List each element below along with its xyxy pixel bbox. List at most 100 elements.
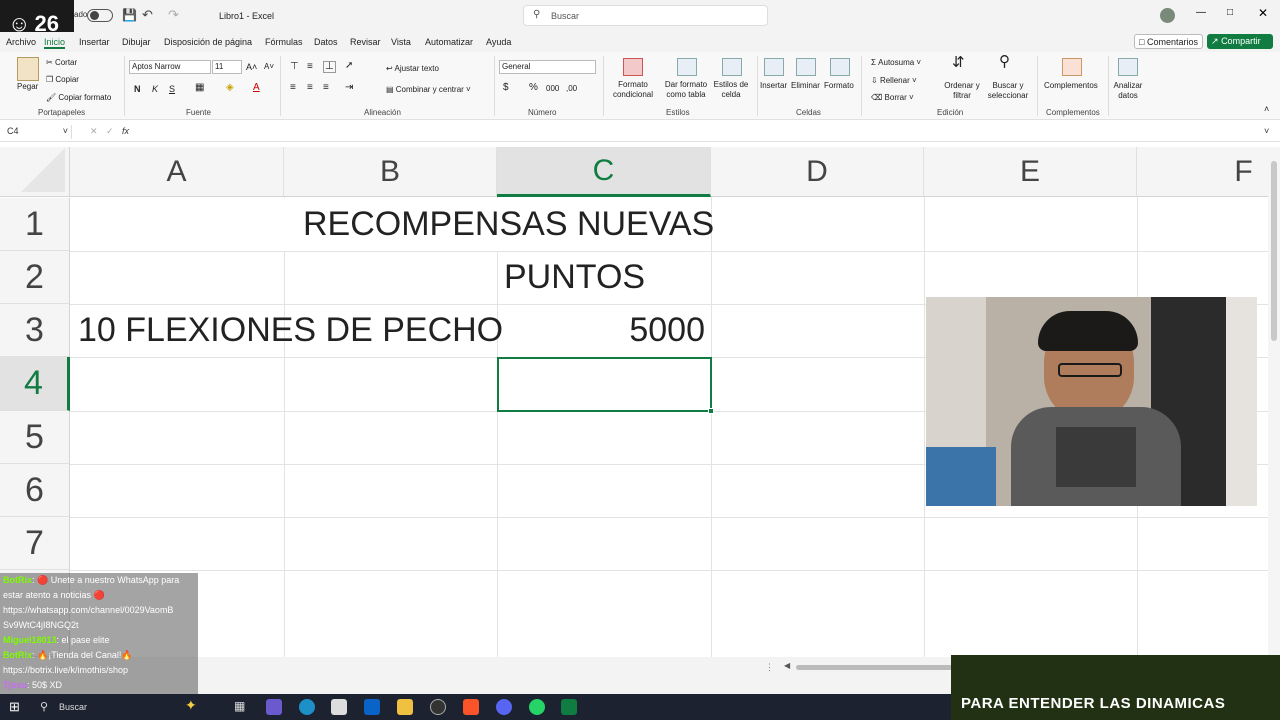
- wrap-text-button[interactable]: ↩ Ajustar texto: [386, 64, 439, 74]
- align-top-icon[interactable]: ⊤: [290, 62, 299, 72]
- fill-handle[interactable]: [708, 408, 714, 414]
- format-cells-button[interactable]: Formato: [824, 81, 854, 91]
- paste-icon[interactable]: [17, 57, 39, 81]
- sort-filter-button[interactable]: Ordenar y filtrar: [940, 81, 984, 101]
- borders-icon[interactable]: ▦: [195, 83, 204, 93]
- cut-button[interactable]: ✂ Cortar: [46, 58, 77, 68]
- column-header-a[interactable]: A: [70, 147, 284, 197]
- tab-insertar[interactable]: Insertar: [79, 37, 110, 47]
- sort-filter-icon[interactable]: ⇵: [952, 55, 965, 70]
- tab-ayuda[interactable]: Ayuda: [486, 37, 511, 47]
- underline-button[interactable]: S: [169, 84, 175, 94]
- tab-revisar[interactable]: Revisar: [350, 37, 381, 47]
- row-header-3[interactable]: 3: [0, 304, 70, 357]
- sheet-options-icon[interactable]: ⋮: [765, 662, 774, 673]
- minimize-icon[interactable]: —: [1196, 7, 1206, 18]
- shrink-font-icon[interactable]: A˅: [264, 62, 274, 72]
- percent-icon[interactable]: %: [529, 83, 538, 93]
- complements-icon[interactable]: [1062, 58, 1082, 76]
- brave-icon[interactable]: [463, 699, 479, 715]
- obs-icon[interactable]: [430, 699, 446, 715]
- excel-icon[interactable]: [561, 699, 577, 715]
- delete-cells-icon[interactable]: [796, 58, 816, 76]
- outlook-icon[interactable]: [364, 699, 380, 715]
- format-table-button[interactable]: Dar formato como tabla: [660, 80, 712, 100]
- tab-dibujar[interactable]: Dibujar: [122, 37, 151, 47]
- merge-center-button[interactable]: ▤ Combinar y centrar ˅: [386, 85, 471, 95]
- avatar[interactable]: [1160, 8, 1175, 23]
- align-left-icon[interactable]: ≡: [290, 83, 296, 93]
- cancel-icon[interactable]: ✕: [90, 126, 98, 137]
- format-cells-icon[interactable]: [830, 58, 850, 76]
- number-format-select[interactable]: General: [499, 60, 596, 74]
- copy-button[interactable]: ❐ Copiar: [46, 75, 79, 85]
- redo-icon[interactable]: ↷: [168, 7, 179, 23]
- windows-start-icon[interactable]: ⊞: [9, 699, 20, 715]
- conditional-format-icon[interactable]: [623, 58, 643, 76]
- save-icon[interactable]: 💾: [122, 8, 137, 22]
- font-size-select[interactable]: 11: [212, 60, 242, 74]
- find-select-icon[interactable]: ⚲: [999, 54, 1010, 69]
- font-color-icon[interactable]: A: [253, 83, 260, 93]
- expand-formula-icon[interactable]: ˅: [1264, 126, 1269, 136]
- column-header-e[interactable]: E: [924, 147, 1137, 197]
- cell-styles-icon[interactable]: [722, 58, 742, 76]
- format-painter-button[interactable]: 🖌 Copiar formato: [46, 93, 111, 103]
- conditional-format-button[interactable]: Formato condicional: [606, 80, 660, 100]
- format-table-icon[interactable]: [677, 58, 697, 76]
- find-select-button[interactable]: Buscar y seleccionar: [984, 81, 1032, 101]
- select-all-corner[interactable]: [0, 147, 70, 197]
- align-middle-icon[interactable]: ≡: [307, 62, 313, 72]
- tab-datos[interactable]: Datos: [314, 37, 338, 47]
- task-view-icon[interactable]: ▦: [234, 699, 245, 713]
- discord-icon[interactable]: [496, 699, 512, 715]
- selected-cell-c4[interactable]: [497, 357, 712, 412]
- cell-a3[interactable]: 10 FLEXIONES DE PECHO: [78, 311, 503, 350]
- vertical-scrollbar[interactable]: [1268, 147, 1280, 657]
- column-header-d[interactable]: D: [711, 147, 924, 197]
- italic-button[interactable]: K: [152, 84, 158, 94]
- name-box[interactable]: C4 ˅: [4, 125, 72, 139]
- paste-button[interactable]: Pegar: [17, 82, 38, 92]
- currency-icon[interactable]: $: [503, 83, 509, 93]
- fill-color-icon[interactable]: ◈: [226, 83, 234, 93]
- tab-automatizar[interactable]: Automatizar: [425, 37, 473, 47]
- cell-styles-button[interactable]: Estilos de celda: [712, 80, 750, 100]
- undo-icon[interactable]: ↶: [142, 7, 153, 23]
- share-button[interactable]: ↗ Compartir: [1207, 34, 1273, 49]
- collapse-ribbon-icon[interactable]: ˄: [1264, 104, 1269, 114]
- row-header-1[interactable]: 1: [0, 198, 70, 251]
- taskbar-search[interactable]: Buscar: [59, 702, 87, 712]
- autosum-button[interactable]: Σ Autosuma ˅: [871, 58, 921, 68]
- copilot-sparkle-icon[interactable]: ✦: [185, 697, 197, 714]
- row-header-5[interactable]: 5: [0, 411, 70, 464]
- clear-button[interactable]: ⌫ Borrar ˅: [871, 93, 914, 103]
- tab-formulas[interactable]: Fórmulas: [265, 37, 303, 47]
- analyze-data-button[interactable]: Analizar datos: [1112, 81, 1144, 101]
- maximize-icon[interactable]: □: [1227, 7, 1233, 18]
- file-explorer-icon[interactable]: [397, 699, 413, 715]
- close-icon[interactable]: ✕: [1258, 6, 1268, 20]
- confirm-icon[interactable]: ✓: [106, 126, 114, 137]
- delete-cells-button[interactable]: Eliminar: [791, 81, 820, 91]
- tab-inicio[interactable]: Inicio: [44, 37, 66, 49]
- cell-b1[interactable]: RECOMPENSAS NUEVAS: [303, 205, 714, 244]
- complements-button[interactable]: Complementos: [1044, 81, 1098, 91]
- comments-button[interactable]: □ Comentarios: [1134, 34, 1203, 49]
- fill-button[interactable]: ⇩ Rellenar ˅: [871, 76, 917, 86]
- tab-disposicion[interactable]: Disposición de página: [164, 37, 252, 47]
- autosave-toggle[interactable]: [87, 9, 113, 22]
- formula-input[interactable]: [147, 125, 1257, 139]
- column-header-f[interactable]: F: [1137, 147, 1268, 197]
- tab-archivo[interactable]: Archivo: [6, 37, 36, 47]
- tab-vista[interactable]: Vista: [391, 37, 411, 47]
- font-name-select[interactable]: Aptos Narrow: [129, 60, 211, 74]
- copilot-icon[interactable]: [266, 699, 282, 715]
- row-header-6[interactable]: 6: [0, 464, 70, 517]
- row-header-4[interactable]: 4: [0, 357, 70, 411]
- edge-icon[interactable]: [299, 699, 315, 715]
- search-box[interactable]: ⚲ Buscar: [523, 5, 768, 26]
- decimal-icon[interactable]: ,00: [566, 84, 577, 94]
- fx-label[interactable]: fx: [122, 126, 129, 136]
- store-icon[interactable]: [331, 699, 347, 715]
